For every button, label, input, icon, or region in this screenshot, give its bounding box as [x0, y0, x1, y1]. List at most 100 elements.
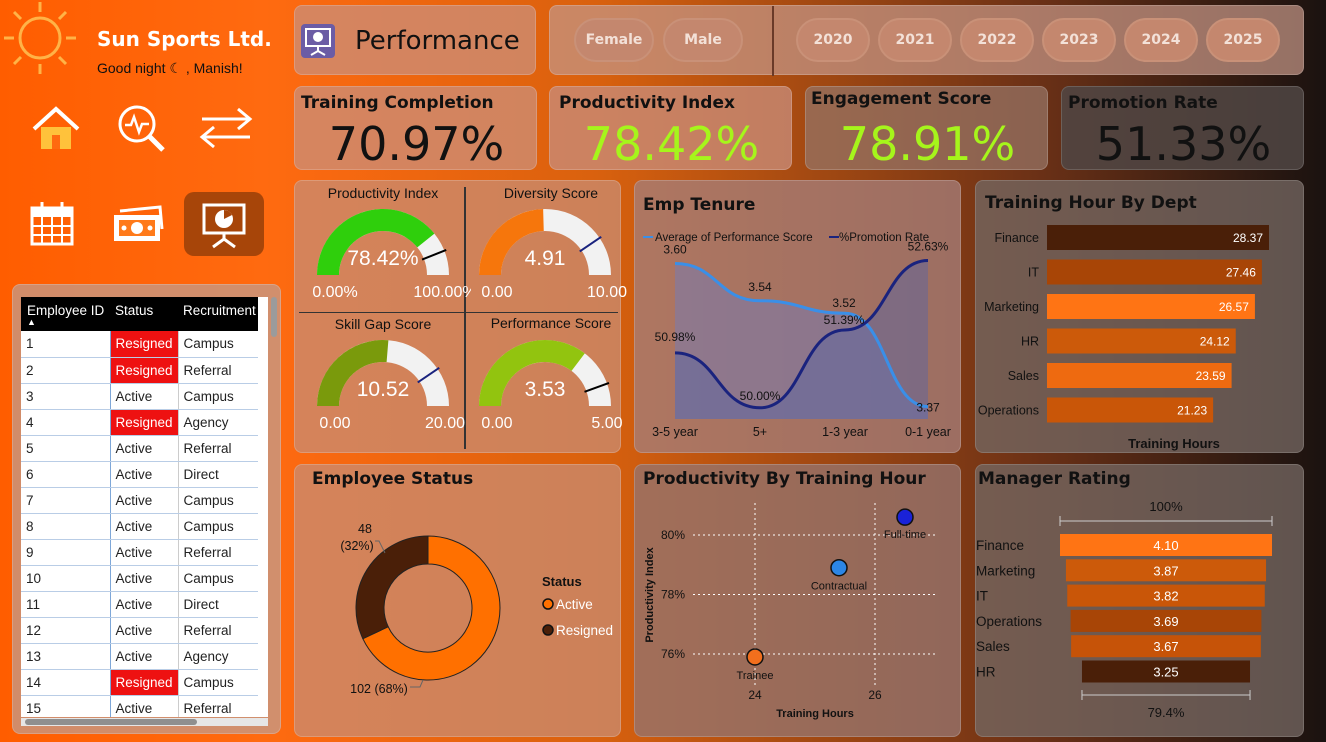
x-tick-label: 3-5 year: [652, 425, 698, 439]
kpi-label: Promotion Rate: [1068, 93, 1218, 113]
status-cell: Active: [110, 461, 179, 488]
filter-year-2022[interactable]: 2022: [960, 18, 1034, 62]
gauge-value: 10.52: [357, 378, 410, 401]
status-cell: Active: [110, 435, 179, 462]
training-hour-card: Training Hour By Dept Finance 28.37 IT 27.4…: [975, 180, 1304, 453]
vertical-scrollbar[interactable]: [271, 297, 277, 337]
employee-status-chart[interactable]: 48 (32%) 102 (68%) Status Active Resigned: [295, 465, 622, 738]
table-row[interactable]: 2 Resigned Referral: [21, 357, 258, 384]
employee-id-cell: 15: [21, 695, 111, 717]
filter-year-2024[interactable]: 2024: [1124, 18, 1198, 62]
recruitment-cell: Referral: [178, 539, 258, 566]
funnel-value-label: 3.69: [1153, 614, 1178, 629]
kpi-engagement-score: Engagement Score 78.91%: [805, 86, 1048, 171]
emp-tenure-chart[interactable]: Average of Performance Score %Promotion R…: [635, 181, 962, 454]
status-cell: Resigned: [110, 331, 179, 358]
column-header-recruitment[interactable]: Recruitment: [178, 297, 258, 331]
funnel-value-label: 3.67: [1153, 639, 1178, 654]
nav-analytics[interactable]: [101, 96, 181, 160]
x-tick-label: 0-1 year: [905, 425, 951, 439]
column-header-status[interactable]: Status: [110, 297, 178, 331]
filter-bar: Female Male 2020 2021 2022 2023 2024 202…: [549, 5, 1304, 76]
table-row[interactable]: 11 Active Direct: [21, 591, 258, 618]
table-row[interactable]: 3 Active Campus: [21, 383, 258, 410]
point-trainee[interactable]: [746, 648, 764, 666]
slice-label-resigned-pct: (32%): [340, 539, 373, 553]
training-hour-chart[interactable]: Finance 28.37 IT 27.46 Marketing 26.57 HR 24.12…: [976, 181, 1305, 454]
employee-id-cell: 3: [21, 383, 111, 410]
nav-transfer[interactable]: [186, 96, 266, 160]
table-row[interactable]: 13 Active Agency: [21, 643, 258, 670]
table-row[interactable]: 8 Active Campus: [21, 513, 258, 540]
y-tick-label: 78%: [661, 588, 685, 602]
table-row[interactable]: 9 Active Referral: [21, 539, 258, 566]
category-label: Operations: [978, 404, 1039, 418]
greeting-text: Good night ☾ , Manish!: [97, 60, 243, 76]
gauge-min: 0.00%: [312, 284, 357, 301]
legend-label-active: Active: [556, 597, 593, 612]
table-row[interactable]: 7 Active Campus: [21, 487, 258, 514]
nav-finance[interactable]: [98, 192, 178, 256]
gauge-arc: 4.91 0.00 10.00: [479, 209, 627, 301]
manager-rating-chart[interactable]: 100% 4.10 Finance 3.87 Marketing 3.82 IT 3.69 Op…: [976, 465, 1305, 738]
nav-calendar[interactable]: [12, 192, 92, 256]
employee-id-cell: 14: [21, 669, 111, 696]
employee-id-cell: 5: [21, 435, 111, 462]
horizontal-scrollbar-thumb[interactable]: [25, 719, 197, 725]
table-row[interactable]: 10 Active Campus: [21, 565, 258, 592]
table-row[interactable]: 14 Resigned Campus: [21, 669, 258, 696]
kpi-label: Training Completion: [301, 93, 494, 113]
filter-year-2021[interactable]: 2021: [878, 18, 952, 62]
funnel-value-label: 3.25: [1153, 665, 1178, 680]
recruitment-cell: Direct: [178, 591, 258, 618]
x-tick-label: 5+: [753, 425, 767, 439]
point-label: Trainee: [737, 670, 774, 682]
status-cell: Resigned: [110, 669, 179, 696]
legend-marker-active: [542, 598, 554, 610]
table-row[interactable]: 1 Resigned Campus: [21, 331, 258, 358]
funnel-value-label: 3.87: [1153, 563, 1178, 578]
point-full-time[interactable]: [896, 508, 914, 526]
gauge-performance-score[interactable]: Performance Score 3.53 0.00 5.00: [463, 312, 623, 443]
gauge-value: 3.53: [525, 378, 566, 401]
table-row[interactable]: 5 Active Referral: [21, 435, 258, 462]
category-label: HR: [976, 665, 996, 680]
nav-home[interactable]: [16, 96, 96, 160]
brand-name: Sun Sports Ltd.: [97, 27, 272, 51]
filter-female[interactable]: Female: [574, 18, 654, 62]
employee-id-cell: 7: [21, 487, 111, 514]
table-row[interactable]: 6 Active Direct: [21, 461, 258, 488]
status-cell: Active: [110, 513, 179, 540]
gauges-card: Productivity Index 78.42% 0.00% 100.00% Dive…: [294, 180, 627, 453]
bar-value-label: 21.23: [1177, 404, 1207, 418]
employee-id-cell: 12: [21, 617, 111, 644]
funnel-bottom-label: 79.4%: [1148, 705, 1185, 720]
status-cell: Active: [110, 487, 179, 514]
gauge-arc: 10.52 0.00 20.00: [317, 340, 465, 432]
filter-male[interactable]: Male: [663, 18, 743, 62]
table-row[interactable]: 12 Active Referral: [21, 617, 258, 644]
point-contractual[interactable]: [830, 558, 848, 577]
column-header-employee-id[interactable]: Employee ID ▲: [21, 297, 110, 331]
legend-label-resigned: Resigned: [556, 623, 613, 638]
employee-id-cell: 4: [21, 409, 111, 436]
employee-id-cell: 10: [21, 565, 111, 592]
employee-status-card: Employee Status 48 (32%) 102 (68%) Status Ac…: [294, 464, 621, 737]
table-row[interactable]: 15 Active Referral: [21, 695, 258, 717]
presentation-icon: [301, 24, 335, 58]
nav-performance[interactable]: [184, 192, 264, 256]
filter-year-2020[interactable]: 2020: [796, 18, 870, 62]
gauge-productivity-index[interactable]: Productivity Index 78.42% 0.00% 100.00%: [295, 181, 471, 312]
recruitment-cell: Campus: [178, 383, 258, 410]
gauge-diversity-score[interactable]: Diversity Score 4.91 0.00 10.00: [463, 181, 627, 312]
employee-table-card: Employee ID ▲ Status Recruitment 1 Resigne…: [12, 284, 281, 734]
table-row[interactable]: 4 Resigned Agency: [21, 409, 258, 436]
kpi-value: 78.91%: [839, 117, 1016, 171]
status-cell: Active: [110, 617, 179, 644]
gauge-skill-gap-score[interactable]: Skill Gap Score 10.52 0.00 20.00: [295, 312, 465, 443]
filter-year-2023[interactable]: 2023: [1042, 18, 1116, 62]
productivity-scatter-chart[interactable]: 80%78%76%24 26Training HoursProductivity …: [635, 465, 962, 738]
employee-table[interactable]: Employee ID ▲ Status Recruitment 1 Resigne…: [21, 297, 268, 717]
filter-year-2025[interactable]: 2025: [1206, 18, 1280, 62]
filter-divider: [772, 6, 774, 76]
